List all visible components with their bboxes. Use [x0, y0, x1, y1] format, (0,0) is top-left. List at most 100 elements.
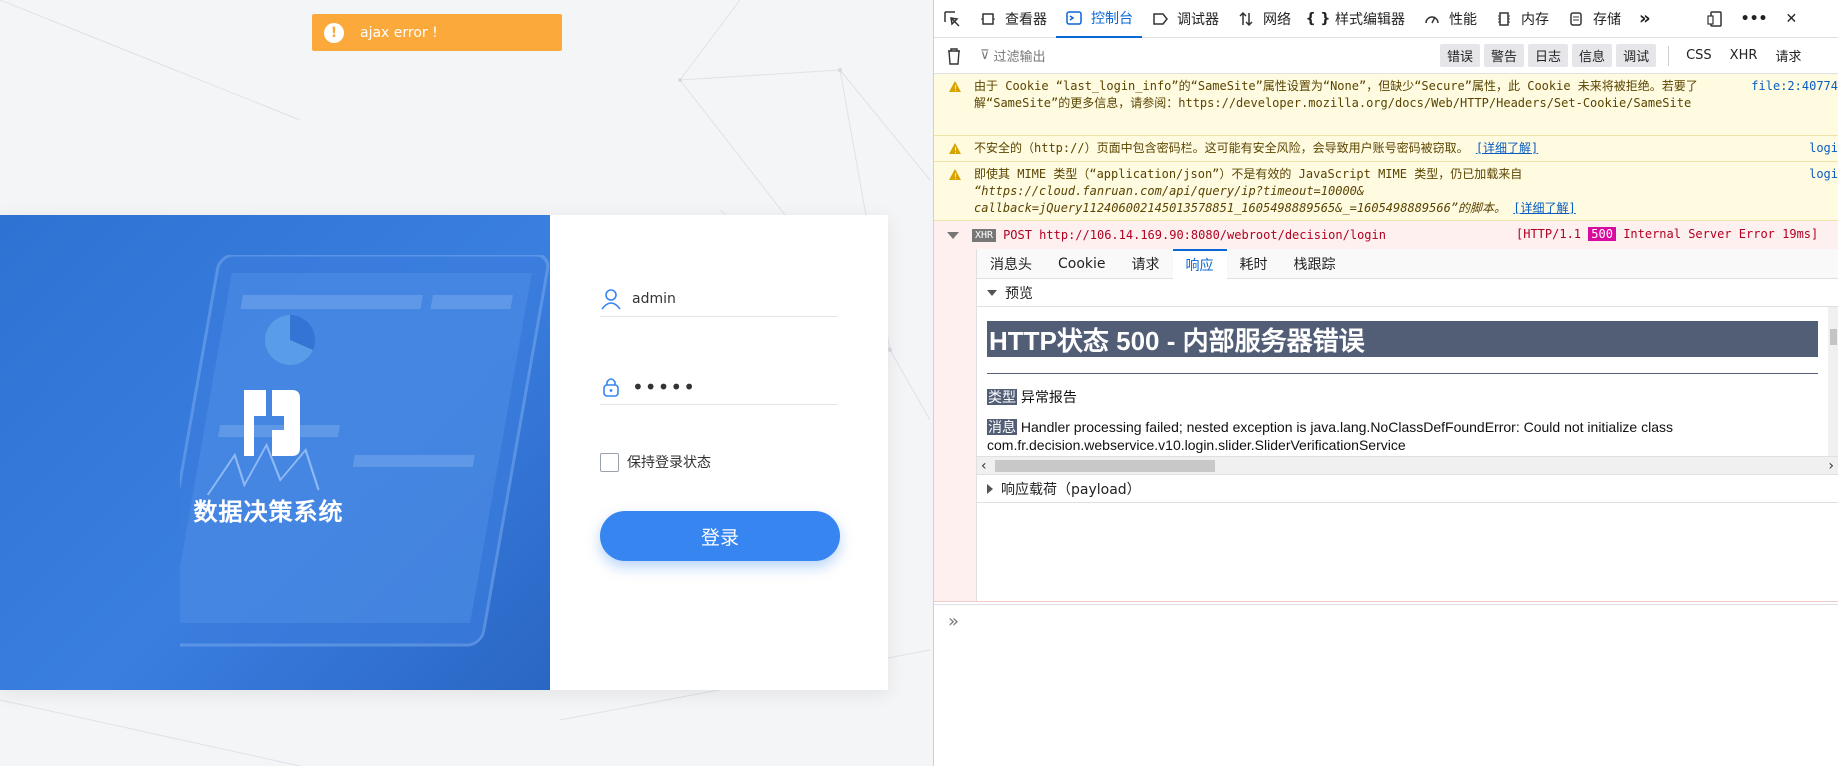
- horizontal-scrollbar[interactable]: ‹ ›: [977, 456, 1838, 474]
- tab-stack-trace[interactable]: 栈跟踪: [1281, 249, 1349, 279]
- tab-debugger[interactable]: 调试器: [1142, 0, 1228, 38]
- tab-storage[interactable]: 存储: [1558, 0, 1630, 38]
- tab-headers[interactable]: 消息头: [977, 249, 1045, 279]
- tab-timings[interactable]: 耗时: [1227, 249, 1281, 279]
- learn-more-link[interactable]: [详细了解]: [1513, 201, 1575, 215]
- learn-more-link[interactable]: [详细了解]: [1476, 141, 1538, 155]
- console-input[interactable]: »: [934, 604, 1838, 638]
- preview-label: 预览: [1005, 285, 1033, 302]
- message-source-link[interactable]: logi: [1809, 166, 1838, 183]
- filter-placeholder: 过滤输出: [993, 50, 1046, 65]
- xhr-summary-row[interactable]: XHR POST http://106.14.169.90:8080/webro…: [934, 221, 1838, 249]
- console-warning-message: ! 不安全的（http://）页面中包含密码栏。这可能有安全风险，会导致用户账号…: [934, 136, 1838, 162]
- tab-label: 网络: [1263, 11, 1291, 28]
- filter-css[interactable]: CSS: [1677, 48, 1721, 63]
- console-icon: [1065, 9, 1083, 27]
- remember-login-checkbox[interactable]: 保持登录状态: [600, 452, 711, 472]
- tab-network[interactable]: 网络: [1228, 0, 1300, 38]
- devtools-panel: 查看器 控制台 调试器 网络 { } 样式编辑器 性能 内存 存储 » ••• …: [933, 0, 1838, 766]
- filter-info[interactable]: 信息: [1572, 44, 1613, 67]
- svg-text:!: !: [954, 84, 957, 93]
- tab-cookies[interactable]: Cookie: [1045, 249, 1119, 279]
- tab-response[interactable]: 响应: [1172, 248, 1227, 279]
- tab-performance[interactable]: 性能: [1414, 0, 1486, 38]
- fanruan-logo-icon: [244, 390, 300, 456]
- password-field[interactable]: •••••: [600, 369, 838, 405]
- xhr-tabs: 消息头 Cookie 请求 响应 耗时 栈跟踪: [977, 248, 1838, 279]
- tab-label: 样式编辑器: [1335, 11, 1405, 28]
- login-button[interactable]: 登录: [600, 511, 840, 561]
- scroll-left-icon[interactable]: ‹: [981, 458, 987, 474]
- responsive-mode-button[interactable]: [1698, 0, 1732, 38]
- more-tabs-button[interactable]: »: [1630, 0, 1660, 38]
- double-chevron-right-icon: »: [1639, 8, 1651, 29]
- message-source-link[interactable]: logi: [1809, 140, 1838, 157]
- xhr-request-url: POST http://106.14.169.90:8080/webroot/d…: [1003, 228, 1386, 242]
- options-menu-button[interactable]: •••: [1732, 0, 1777, 38]
- xhr-tag: XHR: [972, 228, 997, 242]
- error-title: HTTP状态 500 - 内部服务器错误: [987, 321, 1818, 357]
- tab-console[interactable]: 控制台: [1056, 0, 1142, 38]
- filter-logs[interactable]: 日志: [1528, 44, 1569, 67]
- tab-inspector[interactable]: 查看器: [970, 0, 1056, 38]
- ajax-error-toast: ! ajax error !: [312, 14, 562, 51]
- tab-style-editor[interactable]: { } 样式编辑器: [1300, 0, 1414, 38]
- pick-element-icon: [944, 10, 960, 27]
- message-text: 由于 Cookie “last_login_info”的“SameSite”属性…: [974, 79, 1698, 110]
- vertical-scrollbar[interactable]: [1828, 307, 1838, 474]
- storage-icon: [1567, 10, 1585, 28]
- tablet-illustration: [180, 255, 550, 647]
- exclamation-icon: !: [324, 22, 344, 43]
- filter-errors[interactable]: 错误: [1440, 44, 1481, 67]
- message-source-link[interactable]: file:2:40774: [1751, 78, 1838, 95]
- payload-section-header[interactable]: 响应载荷（payload）: [977, 475, 1838, 503]
- filter-requests[interactable]: 请求: [1766, 46, 1810, 65]
- close-devtools-button[interactable]: ✕: [1777, 0, 1807, 38]
- network-icon: [1237, 10, 1255, 28]
- xhr-status-text: Internal Server Error 19ms]: [1623, 227, 1819, 241]
- memory-icon: [1495, 10, 1513, 28]
- response-preview: HTTP状态 500 - 内部服务器错误 类型 异常报告 消息 Handler …: [977, 307, 1838, 475]
- divider: [1668, 45, 1670, 66]
- warning-icon: !: [949, 143, 961, 155]
- tab-label: 查看器: [1005, 11, 1047, 28]
- preview-section-header[interactable]: 预览: [977, 279, 1838, 307]
- scroll-right-icon[interactable]: ›: [1828, 458, 1834, 474]
- login-hero-image: 数据决策系统: [0, 215, 550, 690]
- message-url: callback=jQuery112406002145013578851_160…: [974, 201, 1507, 215]
- filter-xhr[interactable]: XHR: [1721, 48, 1767, 63]
- filter-warnings[interactable]: 警告: [1484, 44, 1525, 67]
- checkbox-box[interactable]: [600, 452, 619, 472]
- chevron-right-icon: [987, 483, 993, 494]
- console-warning-message: ! 即使其 MIME 类型（“application/json”）不是有效的 J…: [934, 162, 1838, 221]
- scrollbar-thumb[interactable]: [1830, 329, 1837, 345]
- scrollbar-thumb[interactable]: [995, 460, 1215, 472]
- warning-icon: !: [949, 169, 961, 181]
- message-text: 即使其 MIME 类型（“application/json”）不是有效的 Jav…: [974, 167, 1523, 181]
- trash-icon[interactable]: [946, 47, 966, 65]
- element-picker-button[interactable]: [934, 0, 970, 38]
- login-card: 数据决策系统 admin ••••• 保持登录状态 登录: [0, 215, 888, 690]
- chevron-down-icon: [987, 289, 997, 296]
- message-url: “https://cloud.fanruan.com/api/query/ip?…: [974, 184, 1365, 198]
- xhr-protocol: [HTTP/1.1: [1516, 227, 1582, 241]
- toast-text: ajax error !: [360, 24, 438, 41]
- username-field[interactable]: admin: [600, 281, 838, 317]
- filter-debug[interactable]: 调试: [1616, 44, 1657, 67]
- tab-label: 调试器: [1177, 11, 1219, 28]
- lock-icon: [603, 377, 619, 397]
- responsive-design-icon: [1707, 10, 1722, 27]
- expand-triangle-icon[interactable]: [947, 231, 959, 239]
- tab-memory[interactable]: 内存: [1486, 0, 1558, 38]
- prompt-chevron-icon: »: [948, 611, 960, 632]
- svg-text:!: !: [954, 146, 957, 155]
- remember-label: 保持登录状态: [627, 455, 711, 471]
- tab-label: 存储: [1593, 11, 1621, 28]
- type-value: 异常报告: [1020, 389, 1077, 405]
- console-warning-message: ! 由于 Cookie “last_login_info”的“SameSite”…: [934, 74, 1838, 136]
- password-value: •••••: [632, 374, 696, 399]
- status-code-badge: 500: [1588, 227, 1616, 241]
- filter-input[interactable]: ⊽ 过滤输出: [980, 46, 1440, 65]
- tab-request[interactable]: 请求: [1119, 249, 1173, 279]
- performance-icon: [1423, 10, 1441, 28]
